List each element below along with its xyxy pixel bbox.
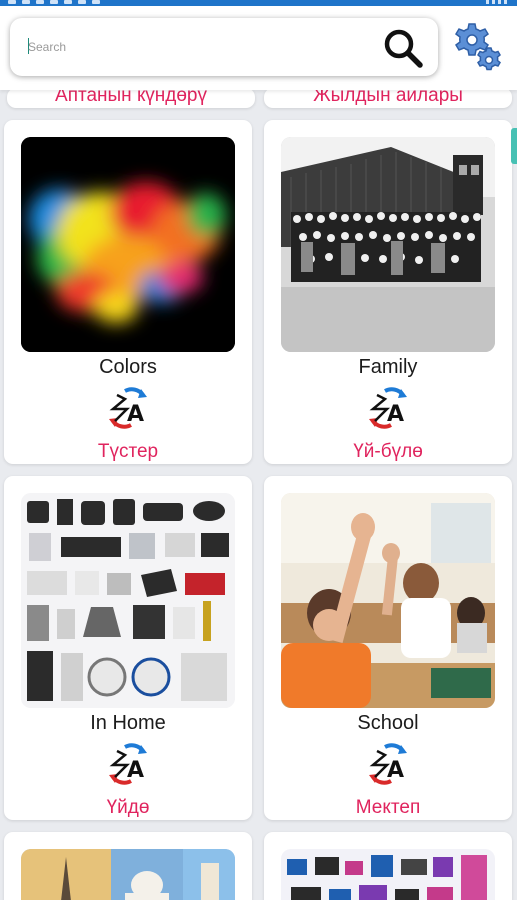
- translate-icon: A: [105, 741, 151, 787]
- topic-english-label: School: [357, 712, 419, 734]
- topic-kyrgyz-label: Түстер: [97, 441, 159, 462]
- translate-icon: A: [105, 385, 151, 431]
- svg-text:A: A: [127, 402, 144, 427]
- school-image: [281, 493, 495, 708]
- search-bar[interactable]: [10, 18, 438, 76]
- topic-kyrgyz-label: Үйдө: [106, 797, 150, 818]
- in-home-image: [21, 493, 235, 708]
- app-header: [0, 6, 517, 90]
- topic-card-family[interactable]: Family A Үй-бүлө: [264, 120, 512, 464]
- topic-kyrgyz-label: Мектеп: [355, 797, 421, 818]
- topic-kyrgyz-label: Үй-бүлө: [353, 441, 423, 462]
- translate-icon: A: [365, 741, 411, 787]
- topic-card-in-home[interactable]: In Home A Үйдө: [4, 476, 252, 820]
- topic-grid: Аптанын күндөрү Жылдын айлары Colors A Т…: [0, 0, 517, 900]
- svg-text:A: A: [387, 758, 404, 783]
- topic-card-objects[interactable]: [264, 832, 512, 900]
- places-image: [21, 849, 235, 900]
- family-image: [281, 137, 495, 352]
- topic-english-label: Family: [358, 356, 418, 378]
- search-icon[interactable]: [382, 27, 424, 69]
- colors-image: [21, 137, 235, 352]
- topic-card-months[interactable]: Жылдын айлары: [264, 88, 512, 108]
- topic-card-days-of-week[interactable]: Аптанын күндөрү: [7, 88, 255, 108]
- translate-icon: A: [365, 385, 411, 431]
- topic-english-label: Colors: [99, 356, 157, 378]
- gear-icon[interactable]: [447, 20, 505, 78]
- svg-text:A: A: [387, 402, 404, 427]
- svg-text:A: A: [127, 758, 144, 783]
- topic-card-places[interactable]: [4, 832, 252, 900]
- topic-kyrgyz-label: Аптанын күндөрү: [55, 88, 207, 106]
- objects-image: [281, 849, 495, 900]
- topic-kyrgyz-label: Жылдын айлары: [313, 88, 463, 106]
- topic-english-label: In Home: [90, 712, 166, 734]
- search-input[interactable]: [28, 36, 358, 58]
- scrollbar-thumb[interactable]: [511, 128, 517, 164]
- topic-card-colors[interactable]: Colors A Түстер: [4, 120, 252, 464]
- topic-card-school[interactable]: School A Мектеп: [264, 476, 512, 820]
